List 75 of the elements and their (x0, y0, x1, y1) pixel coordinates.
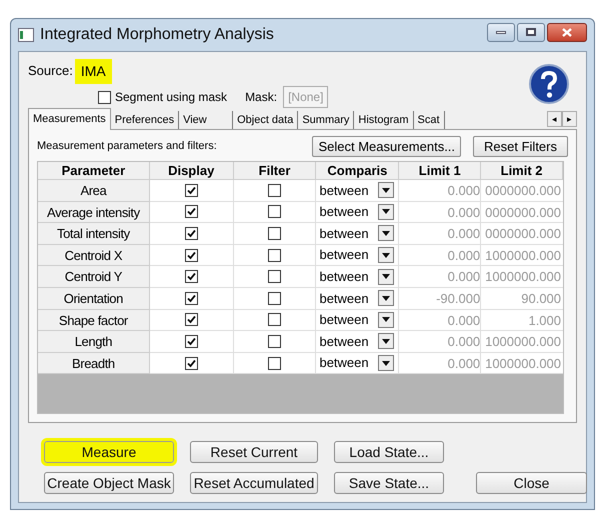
tab[interactable]: View (179, 111, 234, 129)
tab[interactable]: Scat (414, 111, 445, 129)
caret-icon (382, 274, 390, 280)
display-checkbox[interactable] (184, 356, 198, 370)
comparison-dropdown[interactable]: between (316, 266, 400, 288)
limit-cell: 1000000.000 (481, 352, 564, 374)
tab[interactable]: Measurements (28, 108, 111, 130)
action-button[interactable]: Measure (44, 441, 174, 463)
source-label: Source: (28, 62, 73, 80)
action-button[interactable]: Save State... (334, 472, 444, 494)
tab-scroll-button[interactable]: ◂ (547, 111, 562, 127)
filter-checkbox[interactable] (268, 334, 282, 348)
parameter-cell: Centroid Y (38, 266, 150, 288)
filter-checkbox[interactable] (268, 248, 282, 262)
filter-checkbox[interactable] (268, 205, 282, 218)
filter-checkbox[interactable] (268, 313, 282, 326)
display-checkbox[interactable] (184, 313, 198, 326)
comparison-dropdown[interactable]: between (316, 223, 400, 245)
close-icon (562, 28, 572, 36)
parameter-cell: Total intensity (38, 223, 150, 245)
display-checkbox[interactable] (184, 270, 198, 284)
tab[interactable]: Preferences (110, 111, 180, 129)
tab-scroll-button[interactable]: ▸ (562, 111, 577, 127)
caret-icon (382, 338, 390, 344)
caret-icon (382, 209, 390, 214)
caret-icon (382, 296, 390, 301)
mask-label: Mask: (245, 89, 278, 106)
filter-checkbox[interactable] (268, 184, 282, 197)
filter-checkbox[interactable] (268, 356, 282, 370)
parameter-cell: Centroid X (38, 244, 150, 266)
caret-icon (382, 317, 390, 322)
action-button[interactable]: Reset Accumulated (190, 472, 318, 494)
minimize-button[interactable] (487, 22, 515, 42)
filter-checkbox[interactable] (268, 292, 282, 305)
comparison-dropdown[interactable]: between (316, 331, 400, 353)
parameter-cell: Breadth (38, 352, 150, 374)
filter-checkbox[interactable] (268, 226, 282, 240)
parameter-cell: Orientation (38, 288, 150, 310)
filter-checkbox[interactable] (268, 270, 282, 284)
segment-label: Segment using mask (115, 89, 228, 106)
comparison-dropdown[interactable]: between (316, 180, 400, 202)
display-checkbox[interactable] (184, 184, 198, 197)
select-measurements-button[interactable]: Select Measurements... (312, 136, 462, 156)
source-value[interactable]: IMA (74, 58, 112, 84)
comparison-dropdown[interactable]: between (316, 288, 400, 310)
measurements-caption: Measurement parameters and filters: (37, 138, 218, 154)
maximize-button[interactable] (517, 22, 545, 42)
display-checkbox[interactable] (184, 248, 198, 262)
help-icon[interactable] (529, 64, 569, 104)
limit-cell: 0.000 (399, 352, 482, 374)
caret-icon (382, 188, 390, 193)
reset-filters-button[interactable]: Reset Filters (473, 136, 568, 156)
tab[interactable]: Object data (233, 111, 298, 129)
tab[interactable]: Summary (298, 111, 354, 129)
action-button[interactable]: Reset Current (190, 441, 318, 463)
tab[interactable]: Histogram (354, 111, 414, 129)
display-checkbox[interactable] (184, 205, 198, 218)
action-button[interactable]: Load State... (334, 441, 444, 463)
action-button[interactable]: Close (476, 472, 587, 494)
display-checkbox[interactable] (184, 226, 198, 240)
parameter-cell: Shape factor (38, 310, 150, 332)
parameter-cell: Area (38, 180, 150, 202)
caret-icon (382, 252, 390, 258)
caret-icon (382, 230, 390, 236)
caret-icon (382, 360, 390, 366)
parameter-cell: Average intensity (38, 202, 150, 224)
close-button[interactable] (547, 22, 587, 42)
comparison-dropdown[interactable]: between (316, 352, 400, 374)
window-title: Integrated Morphometry Analysis (40, 25, 275, 45)
parameter-cell: Length (38, 331, 150, 353)
display-checkbox[interactable] (184, 292, 198, 305)
display-checkbox[interactable] (184, 334, 198, 348)
action-button[interactable]: Create Object Mask (44, 472, 174, 494)
segment-checkbox[interactable] (98, 90, 111, 104)
app-icon (18, 28, 34, 42)
